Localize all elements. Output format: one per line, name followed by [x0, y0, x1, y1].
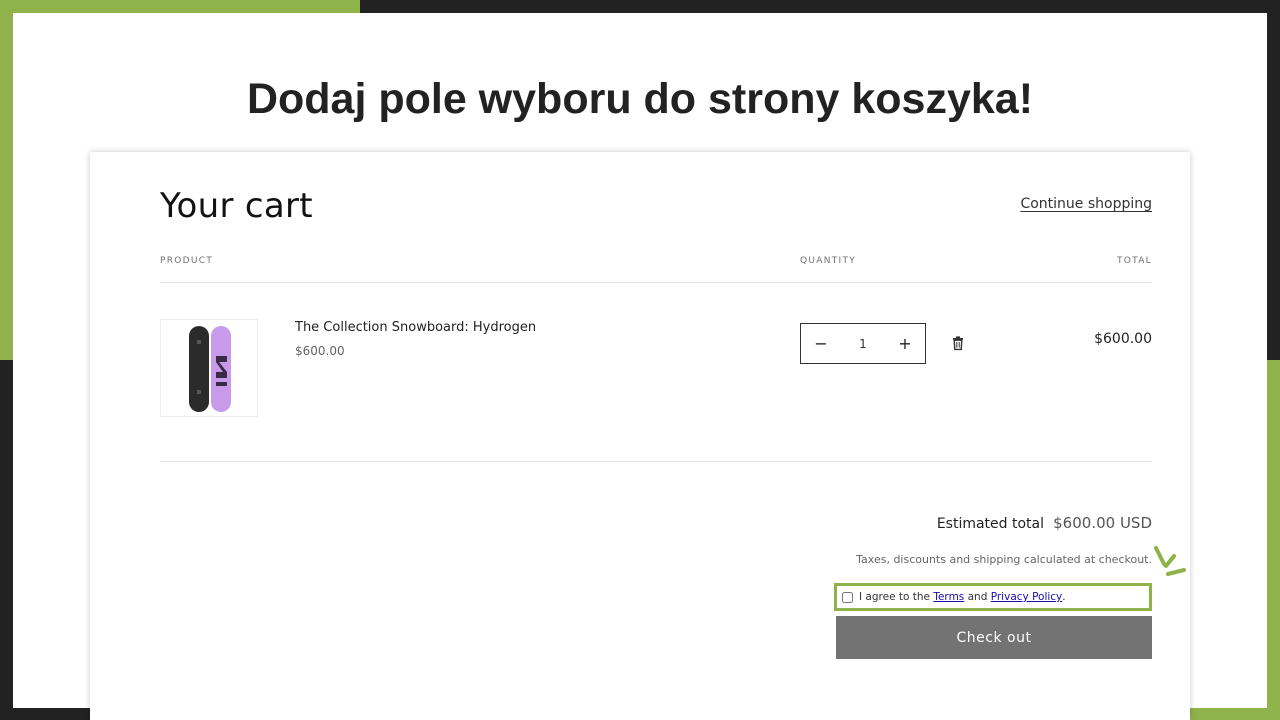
product-unit-price: $600.00	[295, 344, 345, 358]
plus-icon[interactable]: +	[885, 324, 925, 363]
privacy-policy-link[interactable]: Privacy Policy	[991, 591, 1063, 603]
quantity-value[interactable]: 1	[859, 337, 867, 351]
column-header-total: TOTAL	[1116, 256, 1152, 266]
slide-headline: Dodaj pole wyboru do strony koszyka!	[246, 75, 1034, 123]
column-header-quantity: QUANTITY	[800, 256, 857, 266]
terms-link[interactable]: Terms	[933, 591, 964, 603]
checkout-button[interactable]: Check out	[836, 616, 1152, 659]
quantity-stepper: − 1 +	[800, 323, 926, 364]
tax-note: Taxes, discounts and shipping calculated…	[856, 553, 1152, 566]
agreement-conjunction: and	[967, 591, 988, 603]
product-image[interactable]	[160, 319, 258, 417]
terms-checkbox[interactable]	[842, 591, 853, 603]
estimated-total-label: Estimated total	[936, 516, 1044, 532]
agreement-prefix: I agree to the	[859, 591, 930, 603]
estimated-total-value: $600.00 USD	[1053, 514, 1152, 532]
line-item-total: $600.00	[1094, 331, 1152, 347]
cart-page: Your cart Continue shopping PRODUCT QUAN…	[90, 152, 1190, 720]
divider	[160, 282, 1152, 283]
page-title: Your cart	[160, 186, 313, 226]
continue-shopping-link[interactable]: Continue shopping	[1020, 196, 1152, 212]
agreement-suffix: .	[1062, 591, 1066, 603]
column-header-product: PRODUCT	[160, 256, 214, 266]
terms-agreement: I agree to the Terms and Privacy Policy.	[834, 583, 1152, 611]
trash-icon[interactable]	[949, 334, 967, 352]
product-name[interactable]: The Collection Snowboard: Hydrogen	[295, 320, 536, 335]
sparkle-accent-icon	[1154, 546, 1186, 576]
divider	[160, 461, 1152, 462]
minus-icon[interactable]: −	[801, 324, 841, 363]
snowboard-image	[189, 326, 231, 412]
